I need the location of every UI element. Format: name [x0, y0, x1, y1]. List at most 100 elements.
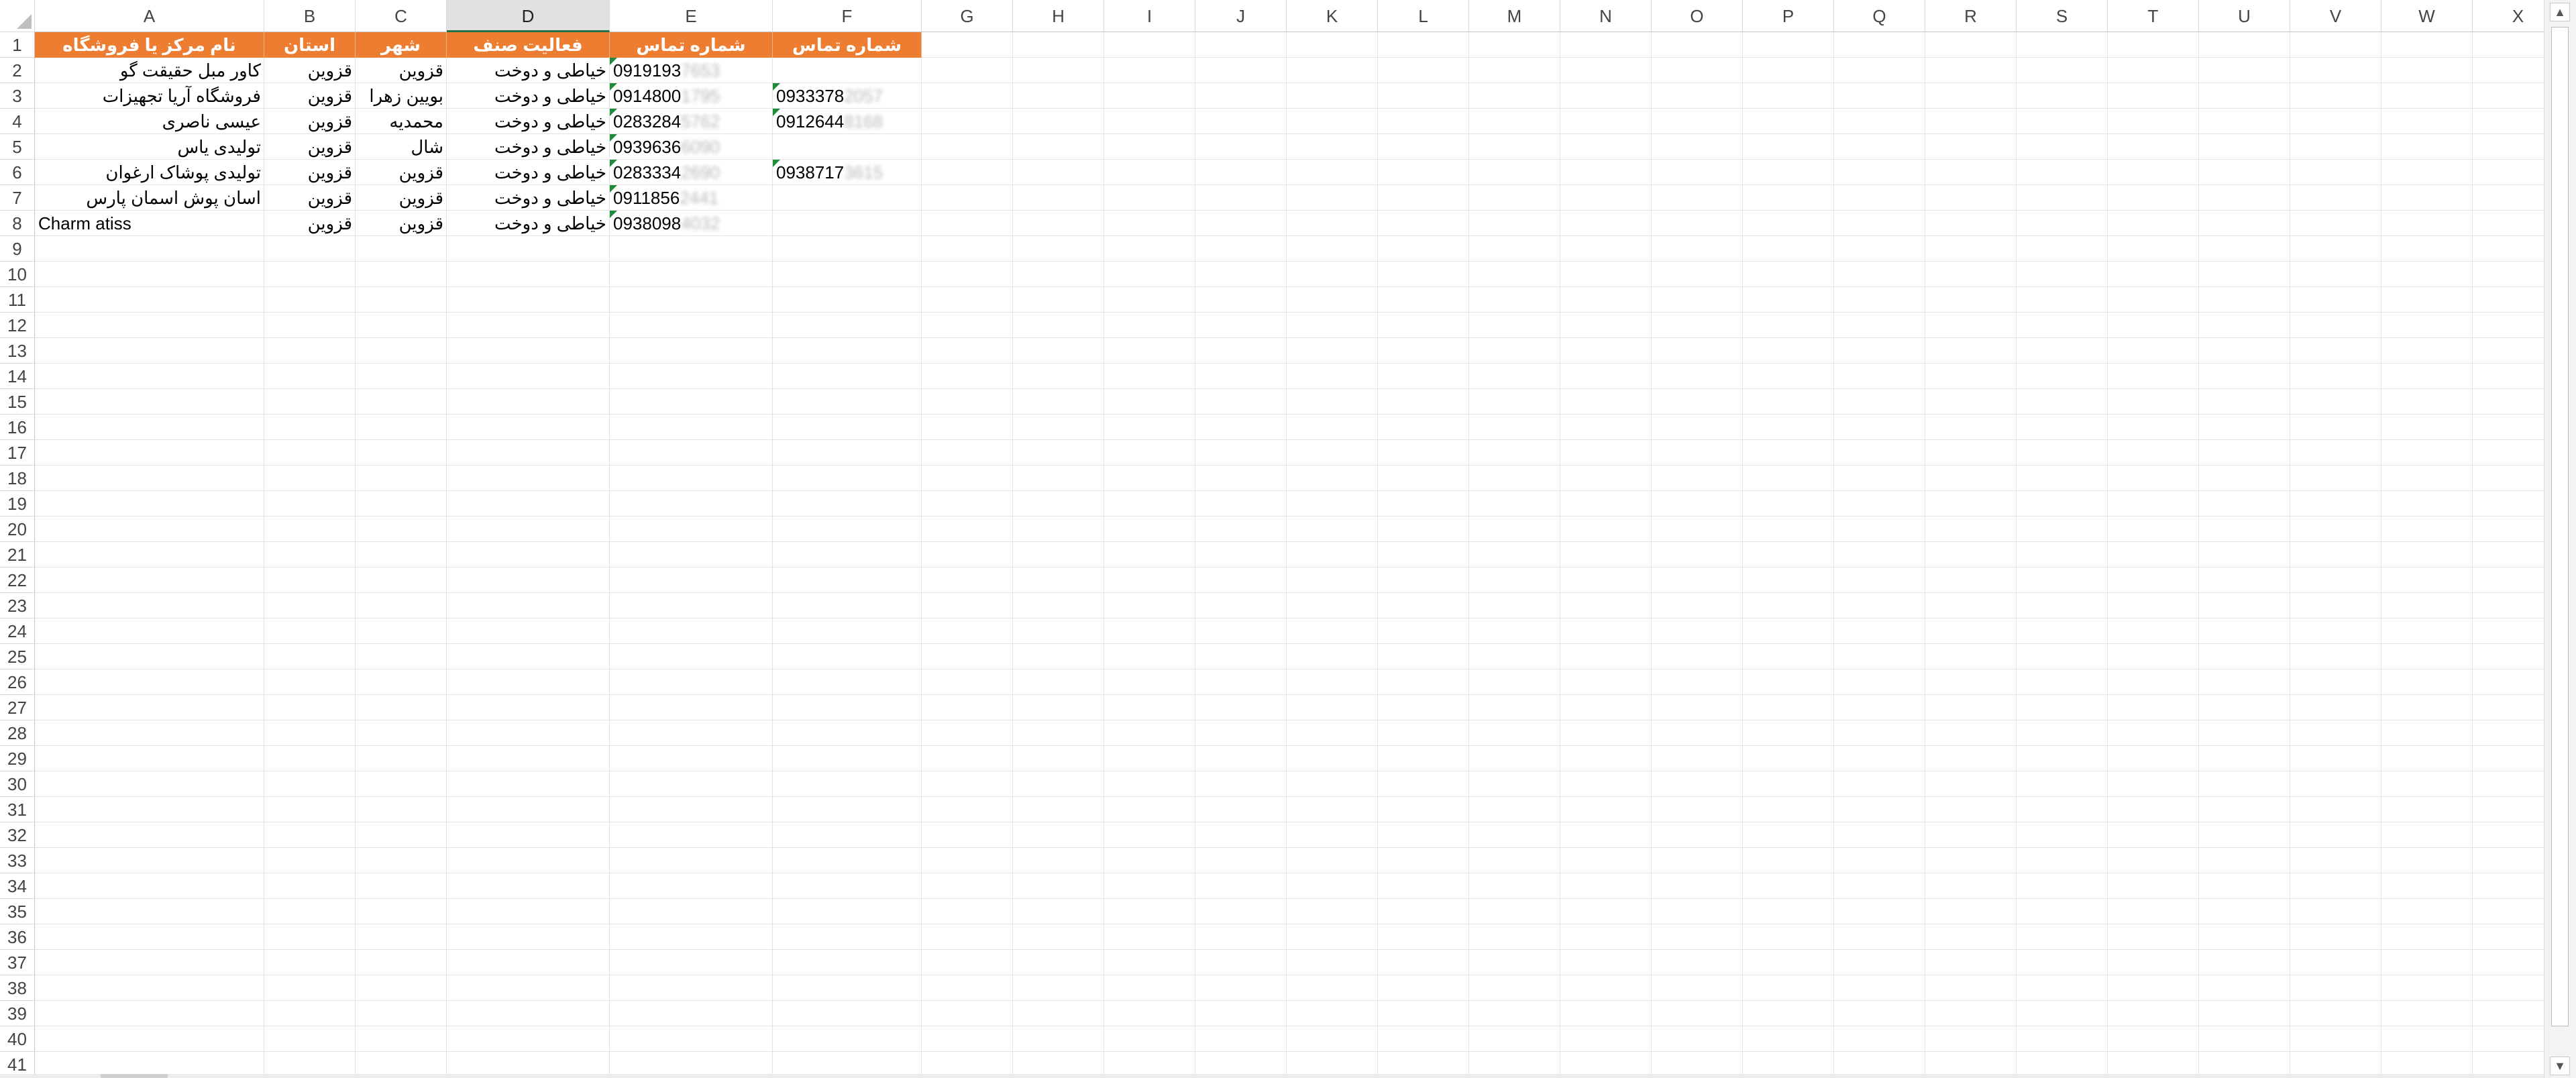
column-header-g[interactable]: G	[922, 0, 1013, 32]
row-header-17[interactable]: 17	[0, 440, 35, 466]
row-header-36[interactable]: 36	[0, 924, 35, 950]
row-header-27[interactable]: 27	[0, 695, 35, 720]
cell-c2[interactable]: قزوین	[356, 58, 447, 83]
column-header-n[interactable]: N	[1560, 0, 1652, 32]
row-header-30[interactable]: 30	[0, 771, 35, 797]
row-header-6[interactable]: 6	[0, 160, 35, 185]
horizontal-scroll-thumb[interactable]	[101, 1074, 168, 1078]
cell-b5[interactable]: قزوین	[264, 134, 356, 160]
row-header-29[interactable]: 29	[0, 746, 35, 771]
row-header-14[interactable]: 14	[0, 364, 35, 389]
cell-c7[interactable]: قزوین	[356, 185, 447, 211]
row-header-7[interactable]: 7	[0, 185, 35, 211]
row-header-24[interactable]: 24	[0, 618, 35, 644]
column-header-u[interactable]: U	[2199, 0, 2290, 32]
cell-c5[interactable]: شال	[356, 134, 447, 160]
row-header-32[interactable]: 32	[0, 822, 35, 848]
header-cell-e[interactable]: شماره تماس	[610, 32, 773, 58]
cell-e2[interactable]: 09191937653	[610, 58, 773, 83]
cell-c6[interactable]: قزوین	[356, 160, 447, 185]
cell-a4[interactable]: عیسی ناصری	[35, 109, 264, 134]
column-header-b[interactable]: B	[264, 0, 356, 32]
column-header-o[interactable]: O	[1652, 0, 1743, 32]
column-header-e[interactable]: E	[610, 0, 773, 32]
row-header-23[interactable]: 23	[0, 593, 35, 618]
cell-d7[interactable]: خیاطی و دوخت	[447, 185, 610, 211]
cell-b4[interactable]: قزوین	[264, 109, 356, 134]
cell-a7[interactable]: اسان پوش اسمان پارس	[35, 185, 264, 211]
vertical-scroll-thumb[interactable]	[2551, 27, 2569, 1026]
column-header-t[interactable]: T	[2108, 0, 2199, 32]
column-header-d[interactable]: D	[447, 0, 610, 32]
horizontal-scrollbar[interactable]	[0, 1074, 2544, 1078]
row-header-5[interactable]: 5	[0, 134, 35, 160]
cell-e4[interactable]: 02832845762	[610, 109, 773, 134]
column-header-l[interactable]: L	[1378, 0, 1469, 32]
cell-e7[interactable]: 09118562441	[610, 185, 773, 211]
cell-e6[interactable]: 02833342690	[610, 160, 773, 185]
row-header-10[interactable]: 10	[0, 262, 35, 287]
cell-c4[interactable]: محمدیه	[356, 109, 447, 134]
cell-a5[interactable]: تولیدی یاس	[35, 134, 264, 160]
cell-a8[interactable]: Charm atiss	[35, 211, 264, 236]
cell-b3[interactable]: قزوین	[264, 83, 356, 109]
row-header-9[interactable]: 9	[0, 236, 35, 262]
cell-b7[interactable]: قزوین	[264, 185, 356, 211]
row-header-3[interactable]: 3	[0, 83, 35, 109]
row-header-21[interactable]: 21	[0, 542, 35, 568]
row-header-35[interactable]: 35	[0, 899, 35, 924]
row-header-40[interactable]: 40	[0, 1026, 35, 1052]
column-header-q[interactable]: Q	[1834, 0, 1925, 32]
scroll-down-icon[interactable]: ▼	[2550, 1057, 2570, 1075]
row-header-31[interactable]: 31	[0, 797, 35, 822]
column-header-i[interactable]: I	[1104, 0, 1195, 32]
row-header-20[interactable]: 20	[0, 517, 35, 542]
cell-f3[interactable]: 09333782057	[773, 83, 922, 109]
column-header-c[interactable]: C	[356, 0, 447, 32]
row-header-16[interactable]: 16	[0, 415, 35, 440]
header-cell-c[interactable]: شهر	[356, 32, 447, 58]
row-header-8[interactable]: 8	[0, 211, 35, 236]
cell-d4[interactable]: خیاطی و دوخت	[447, 109, 610, 134]
cell-d6[interactable]: خیاطی و دوخت	[447, 160, 610, 185]
row-header-33[interactable]: 33	[0, 848, 35, 873]
cell-b6[interactable]: قزوین	[264, 160, 356, 185]
scroll-up-icon[interactable]: ▲	[2550, 3, 2570, 21]
column-header-s[interactable]: S	[2017, 0, 2108, 32]
cell-b2[interactable]: قزوین	[264, 58, 356, 83]
column-header-a[interactable]: A	[35, 0, 264, 32]
cell-d8[interactable]: خیاطی و دوخت	[447, 211, 610, 236]
cell-e5[interactable]: 09396366090	[610, 134, 773, 160]
row-header-34[interactable]: 34	[0, 873, 35, 899]
column-header-h[interactable]: H	[1013, 0, 1104, 32]
cell-c3[interactable]: بویین زهرا	[356, 83, 447, 109]
vertical-scrollbar[interactable]: ▲ ▼	[2544, 0, 2576, 1078]
row-header-2[interactable]: 2	[0, 58, 35, 83]
column-header-k[interactable]: K	[1287, 0, 1378, 32]
row-header-19[interactable]: 19	[0, 491, 35, 517]
column-header-m[interactable]: M	[1469, 0, 1560, 32]
row-header-11[interactable]: 11	[0, 287, 35, 313]
row-header-4[interactable]: 4	[0, 109, 35, 134]
cell-e8[interactable]: 09380984032	[610, 211, 773, 236]
header-cell-d[interactable]: فعالیت صنف	[447, 32, 610, 58]
header-cell-a[interactable]: نام مرکز یا فروشگاه	[35, 32, 264, 58]
cell-f4[interactable]: 09126448168	[773, 109, 922, 134]
cell-c8[interactable]: قزوین	[356, 211, 447, 236]
row-header-37[interactable]: 37	[0, 950, 35, 975]
row-header-22[interactable]: 22	[0, 568, 35, 593]
cell-a6[interactable]: تولیدی پوشاک ارغوان	[35, 160, 264, 185]
row-header-39[interactable]: 39	[0, 1001, 35, 1026]
column-header-f[interactable]: F	[773, 0, 922, 32]
row-header-12[interactable]: 12	[0, 313, 35, 338]
column-header-r[interactable]: R	[1925, 0, 2017, 32]
column-header-v[interactable]: V	[2290, 0, 2381, 32]
header-cell-f[interactable]: شماره تماس	[773, 32, 922, 58]
cell-d5[interactable]: خیاطی و دوخت	[447, 134, 610, 160]
cell-f6[interactable]: 09387173615	[773, 160, 922, 185]
row-header-28[interactable]: 28	[0, 720, 35, 746]
cell-a2[interactable]: کاور مبل حقیقت گو	[35, 58, 264, 83]
row-header-18[interactable]: 18	[0, 466, 35, 491]
row-header-25[interactable]: 25	[0, 644, 35, 669]
column-header-w[interactable]: W	[2381, 0, 2473, 32]
